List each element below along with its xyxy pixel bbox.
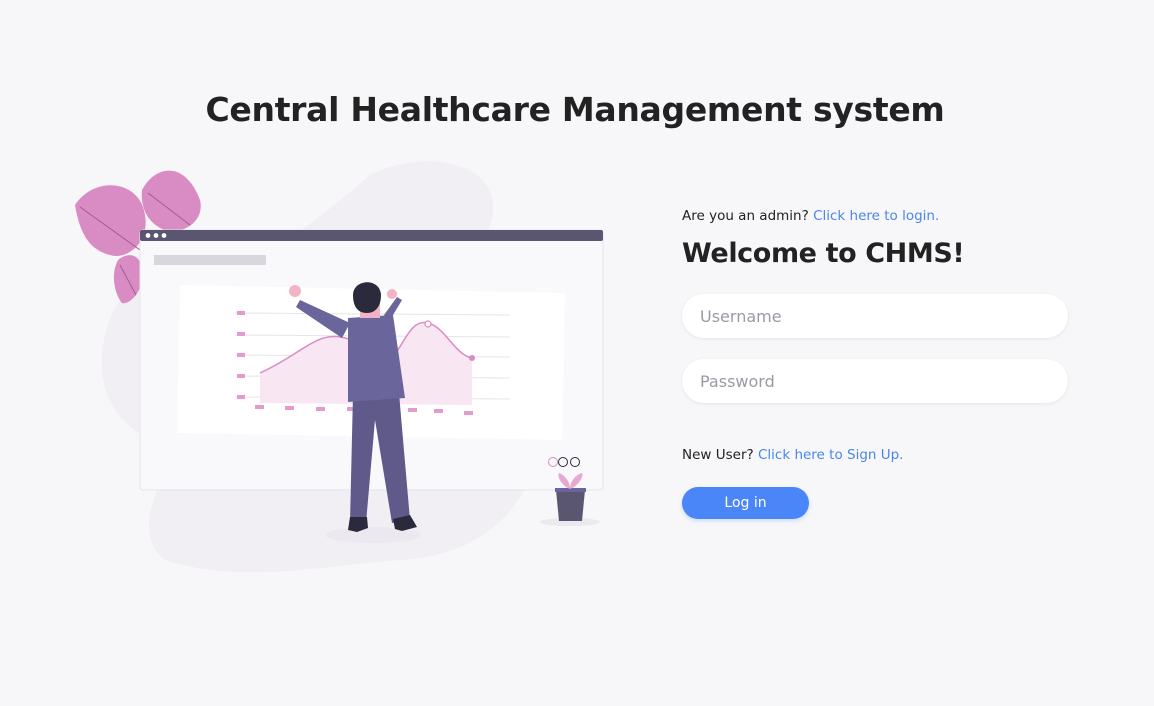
username-input[interactable]: [682, 294, 1068, 338]
page-title: Central Healthcare Management system: [205, 90, 945, 130]
login-button[interactable]: Log in: [682, 487, 809, 519]
password-input[interactable]: [682, 359, 1068, 403]
welcome-heading: Welcome to CHMS!: [682, 238, 965, 269]
admin-login-link[interactable]: Click here to login.: [813, 208, 939, 224]
admin-prompt-line: Are you an admin? Click here to login.: [682, 208, 939, 224]
signup-prompt-text: New User?: [682, 447, 754, 463]
login-page: Central Healthcare Management system Are…: [0, 0, 1154, 706]
signup-link[interactable]: Click here to Sign Up.: [758, 447, 904, 463]
admin-prompt-text: Are you an admin?: [682, 208, 809, 224]
signup-prompt-line: New User? Click here to Sign Up.: [682, 447, 903, 463]
hero-illustration: [70, 155, 615, 575]
